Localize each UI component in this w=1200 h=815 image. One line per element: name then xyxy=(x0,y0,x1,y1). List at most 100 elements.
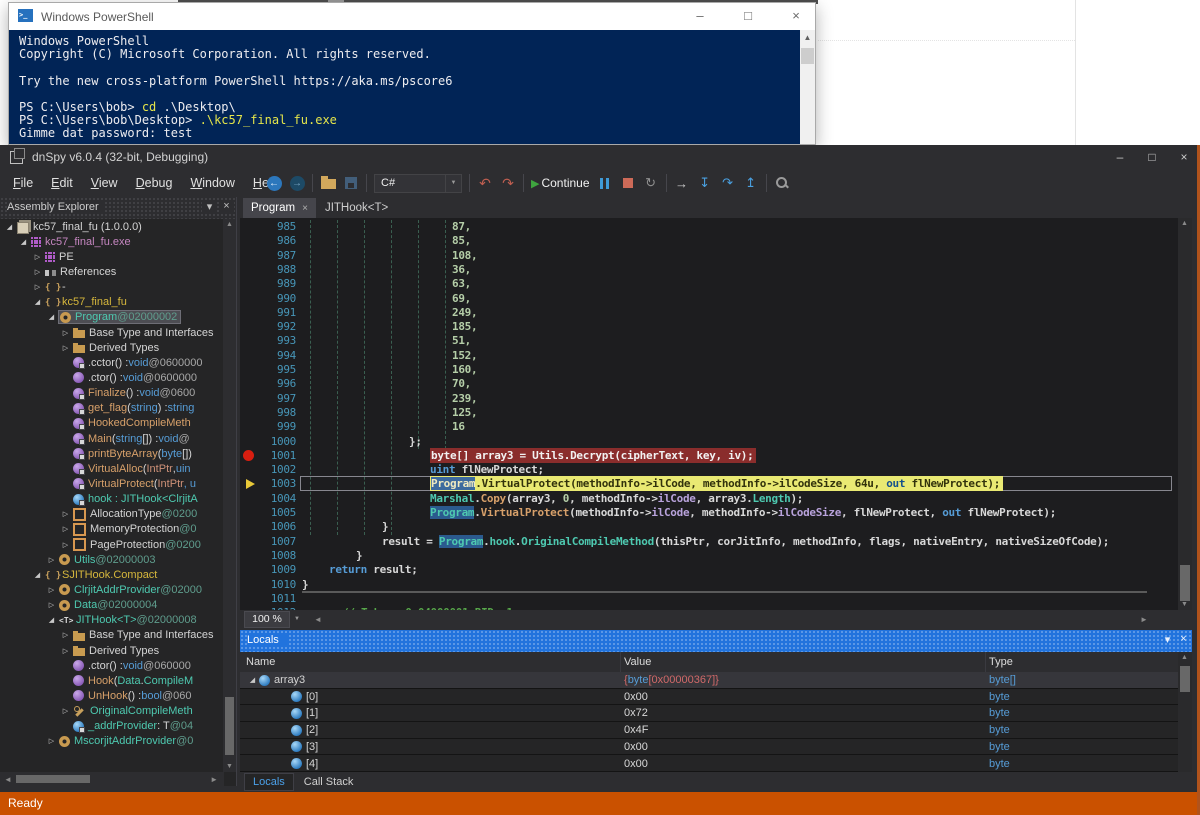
minimize-button[interactable]: – xyxy=(689,7,711,25)
powershell-console[interactable]: Windows PowerShellCopyright (C) Microsof… xyxy=(9,30,815,144)
scroll-right-icon[interactable]: ► xyxy=(210,775,218,784)
tab-close-icon[interactable]: × xyxy=(302,203,308,214)
expander-expanded-icon[interactable]: ◢ xyxy=(31,298,44,306)
scroll-down-icon[interactable]: ▼ xyxy=(1178,601,1191,608)
tree-item[interactable]: .ctor() : void @060000 xyxy=(0,658,224,673)
panel-close-icon[interactable]: × xyxy=(1176,633,1191,645)
tree-item[interactable]: ▷References xyxy=(0,264,224,279)
expander-collapsed-icon[interactable]: ▷ xyxy=(45,737,58,745)
tree-item[interactable]: ◢JITHook<T> @02000008 xyxy=(0,613,224,628)
zoom-level[interactable]: 100 % xyxy=(244,611,290,628)
column-name[interactable]: Name xyxy=(246,656,275,668)
expander-collapsed-icon[interactable]: ▷ xyxy=(45,556,58,564)
editor-vertical-scrollbar[interactable]: ▲ ▼ xyxy=(1178,218,1192,610)
expander-collapsed-icon[interactable]: ▷ xyxy=(45,586,58,594)
scroll-left-icon[interactable]: ◄ xyxy=(314,615,322,624)
continue-button[interactable]: ▶Continue xyxy=(531,173,590,193)
tree-item[interactable]: .ctor() : void @0600000 xyxy=(0,370,224,385)
stop-debugging-button[interactable] xyxy=(620,173,636,193)
scrollbar-thumb[interactable] xyxy=(16,775,90,783)
step-out-button[interactable]: ↷ xyxy=(720,173,736,193)
tree-item[interactable]: ◢kc57_final_fu (1.0.0.0) xyxy=(0,219,224,234)
panel-close-icon[interactable]: × xyxy=(219,200,234,212)
tree-item[interactable]: ▷Utils @02000003 xyxy=(0,552,224,567)
navigate-forward-button[interactable]: → xyxy=(289,173,305,193)
tree-item[interactable]: ▷Derived Types xyxy=(0,643,224,658)
code-editor[interactable]: 98587,98685,987108,98836,98963,99069,991… xyxy=(240,218,1178,610)
scroll-right-icon[interactable]: ► xyxy=(1140,615,1148,624)
locals-row[interactable]: [1]0x72byte xyxy=(240,705,1178,722)
tree-item[interactable]: UnHook() : bool @060 xyxy=(0,688,224,703)
search-button[interactable] xyxy=(774,173,790,193)
powershell-titlebar[interactable]: >_ Windows PowerShell – □ × xyxy=(9,3,815,30)
menu-item-debug[interactable]: Debug xyxy=(127,169,182,197)
expander-collapsed-icon[interactable]: ▷ xyxy=(59,707,72,715)
expander-collapsed-icon[interactable]: ▷ xyxy=(31,253,44,261)
tree-item[interactable]: ◢Program @02000002 xyxy=(0,310,224,325)
step-over-button[interactable]: → xyxy=(674,173,690,193)
expander-expanded-icon[interactable]: ◢ xyxy=(45,313,58,321)
expander-collapsed-icon[interactable]: ▷ xyxy=(59,344,72,352)
tree-item[interactable]: Main(string[]) : void @ xyxy=(0,431,224,446)
locals-vertical-scrollbar[interactable]: ▲ xyxy=(1178,652,1192,772)
locals-row[interactable]: ◢array3{byte[0x00000367]}byte[] xyxy=(240,672,1178,689)
tree-item[interactable]: ▷- xyxy=(0,280,224,295)
locals-row[interactable]: [3]0x00byte xyxy=(240,739,1178,756)
tree-item[interactable]: ▷Base Type and Interfaces xyxy=(0,628,224,643)
scroll-up-icon[interactable]: ▲ xyxy=(1178,654,1191,661)
maximize-button[interactable]: □ xyxy=(737,7,759,25)
language-select[interactable]: C# ▼ xyxy=(374,174,462,193)
expander-expanded-icon[interactable]: ◢ xyxy=(246,676,259,684)
tree-item[interactable]: _addrProvider : T @04 xyxy=(0,719,224,734)
tree-item[interactable]: .cctor() : void @0600000 xyxy=(0,355,224,370)
tree-item[interactable]: VirtualProtect(IntPtr, u xyxy=(0,476,224,491)
expander-expanded-icon[interactable]: ◢ xyxy=(45,616,58,624)
scroll-down-icon[interactable]: ▼ xyxy=(223,763,236,770)
tree-item[interactable]: VirtualAlloc(IntPtr, uin xyxy=(0,461,224,476)
expander-collapsed-icon[interactable]: ▷ xyxy=(59,510,72,518)
expander-expanded-icon[interactable]: ◢ xyxy=(31,571,44,579)
assembly-explorer-header[interactable]: Assembly Explorer ▾ × xyxy=(0,197,236,219)
menu-item-edit[interactable]: Edit xyxy=(42,169,82,197)
expander-collapsed-icon[interactable]: ▷ xyxy=(59,631,72,639)
tab-jithook-t-[interactable]: JITHook<T> xyxy=(317,198,396,218)
tree-horizontal-scrollbar[interactable]: ◄ ► xyxy=(0,772,224,786)
tree-item[interactable]: get_flag(string) : string xyxy=(0,401,224,416)
panel-menu-icon[interactable]: ▾ xyxy=(202,200,217,213)
expander-collapsed-icon[interactable]: ▷ xyxy=(59,329,72,337)
bottom-tab-locals[interactable]: Locals xyxy=(244,773,294,791)
scroll-left-icon[interactable]: ◄ xyxy=(4,775,12,784)
tree-item[interactable]: ◢SJITHook.Compact xyxy=(0,567,224,582)
scroll-up-icon[interactable]: ▲ xyxy=(1178,220,1191,227)
tree-item[interactable]: ◢kc57_final_fu xyxy=(0,295,224,310)
scrollbar-thumb[interactable] xyxy=(225,697,234,755)
expander-expanded-icon[interactable]: ◢ xyxy=(3,223,16,231)
redo-button[interactable]: ↷ xyxy=(500,173,516,193)
save-all-button[interactable] xyxy=(343,173,359,193)
expander-collapsed-icon[interactable]: ▷ xyxy=(45,601,58,609)
tree-item[interactable]: ▷Data @02000004 xyxy=(0,598,224,613)
navigate-back-button[interactable]: ← xyxy=(266,173,282,193)
close-button[interactable]: × xyxy=(1172,147,1196,167)
powershell-scrollbar[interactable]: ▲ xyxy=(800,30,815,144)
tree-item[interactable]: ▷AllocationType @0200 xyxy=(0,507,224,522)
column-value[interactable]: Value xyxy=(624,656,651,668)
tree-item[interactable]: ▷PE xyxy=(0,249,224,264)
locals-row[interactable]: [2]0x4Fbyte xyxy=(240,722,1178,739)
minimize-button[interactable]: – xyxy=(1108,147,1132,167)
menu-item-file[interactable]: File xyxy=(4,169,42,197)
bottom-tab-call-stack[interactable]: Call Stack xyxy=(296,774,362,790)
tree-item[interactable]: ◢kc57_final_fu.exe xyxy=(0,234,224,249)
tree-item[interactable]: Finalize() : void @0600 xyxy=(0,386,224,401)
tree-item[interactable]: ▷PageProtection @0200 xyxy=(0,537,224,552)
step-into-button[interactable]: ↧ xyxy=(697,173,713,193)
expander-collapsed-icon[interactable]: ▷ xyxy=(59,647,72,655)
maximize-button[interactable]: □ xyxy=(1140,147,1164,167)
scroll-up-icon[interactable]: ▲ xyxy=(800,33,815,42)
scrollbar-thumb[interactable] xyxy=(801,48,814,64)
column-type[interactable]: Type xyxy=(989,656,1013,668)
tree-item[interactable]: ▷OriginalCompileMeth xyxy=(0,704,224,719)
expander-collapsed-icon[interactable]: ▷ xyxy=(59,525,72,533)
open-file-button[interactable] xyxy=(320,173,336,193)
expander-collapsed-icon[interactable]: ▷ xyxy=(31,283,44,291)
